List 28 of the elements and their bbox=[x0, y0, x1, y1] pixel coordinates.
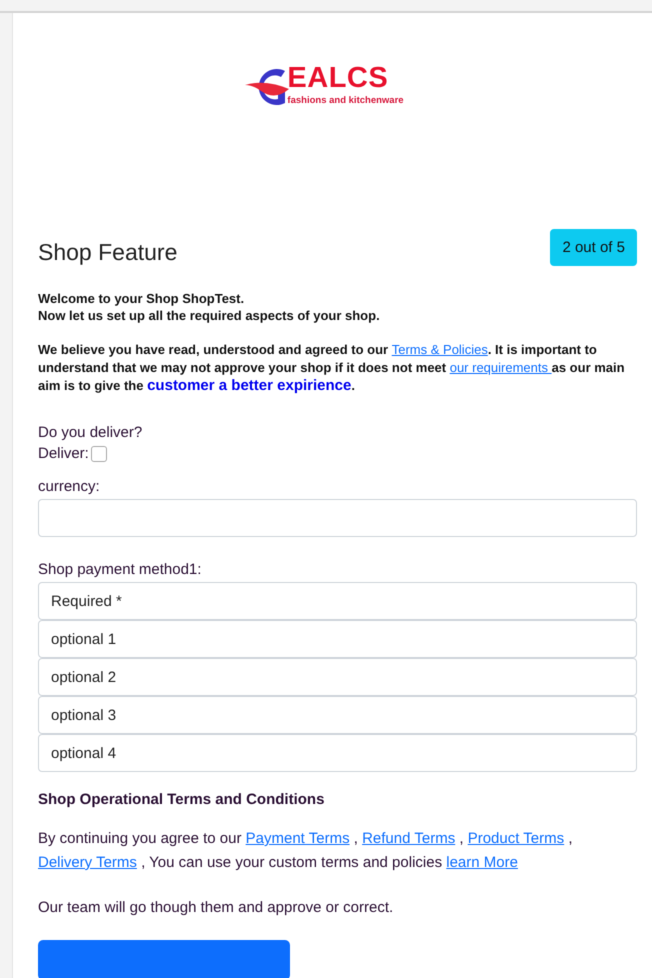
payment-label: Shop payment method1: bbox=[38, 561, 202, 578]
payment-method-field[interactable]: optional 4 bbox=[38, 734, 637, 772]
page-title: Shop Feature bbox=[38, 239, 178, 266]
policy-link[interactable]: our requirements bbox=[450, 360, 552, 375]
deliver-checkbox[interactable] bbox=[90, 446, 107, 462]
logo: EALCS fashions and kitchenware bbox=[245, 63, 404, 111]
policy-link[interactable]: Terms & Policies bbox=[392, 342, 488, 357]
payment-method-field[interactable]: optional 3 bbox=[38, 696, 637, 734]
payment-method-field[interactable]: optional 1 bbox=[38, 620, 637, 658]
terms-paragraph: By continuing you agree to our Payment Terms , Refund Terms , Product Terms , Delivery Terms , You can use your custom terms and policies learn More bbox=[38, 829, 574, 873]
welcome-text: Now let us set up all the required aspects of your shop. bbox=[38, 307, 381, 324]
terms-link[interactable]: Refund Terms bbox=[362, 830, 456, 847]
submit-button[interactable] bbox=[38, 940, 290, 978]
terms-link[interactable]: Payment Terms bbox=[246, 830, 350, 847]
welcome-text: Welcome to your Shop ShopTest. bbox=[38, 290, 246, 307]
terms-link[interactable]: Product Terms bbox=[468, 830, 564, 847]
currency-label: currency: bbox=[38, 478, 101, 495]
terms-link[interactable]: learn More bbox=[446, 854, 518, 871]
deliver-label: Deliver: bbox=[38, 445, 89, 462]
step-badge: 2 out of 5 bbox=[550, 229, 637, 266]
delivery-question: Do you deliver? bbox=[38, 423, 144, 443]
terms-link[interactable]: Delivery Terms bbox=[38, 854, 137, 871]
terms-heading: Shop Operational Terms and Conditions bbox=[38, 791, 326, 808]
team-note: Our team will go though them and approve or correct. bbox=[38, 899, 394, 916]
payment-method-field[interactable]: optional 2 bbox=[38, 658, 637, 696]
intro-paragraph: We believe you have read, understood and agreed to our Terms & Policies. It is important to understand that we may not approve your shop if it does not meet our requirements as our main aim is to give the customer a better expirience. bbox=[38, 341, 626, 395]
payment-method-field[interactable]: Required * bbox=[38, 582, 637, 620]
currency-field[interactable] bbox=[38, 499, 637, 537]
